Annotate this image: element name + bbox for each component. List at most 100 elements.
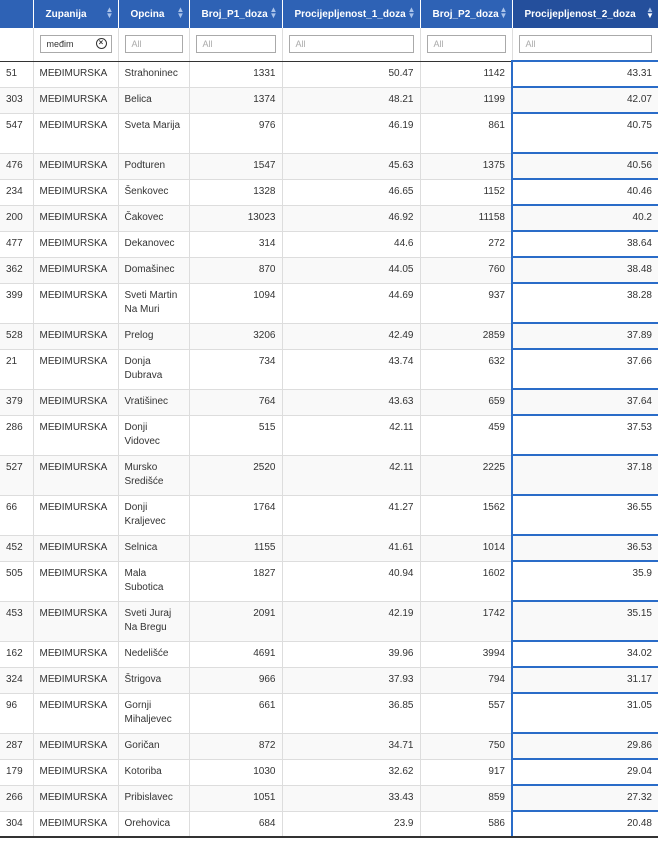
zupanija-cell[interactable]: MEĐIMURSKA bbox=[32, 758, 118, 785]
zupanija-cell[interactable]: MEĐIMURSKA bbox=[32, 282, 118, 323]
broj-p2-cell[interactable]: 1152 bbox=[419, 178, 512, 205]
table-row[interactable]: 452 MEĐIMURSKA Selnica 1155 41.61 1014 36.53 bbox=[0, 534, 658, 561]
broj-p1-cell[interactable]: 1094 bbox=[188, 282, 282, 323]
opcina-cell[interactable]: Štrigova bbox=[117, 666, 189, 693]
zupanija-cell[interactable]: MEĐIMURSKA bbox=[32, 692, 118, 733]
zupanija-cell[interactable]: MEĐIMURSKA bbox=[32, 454, 118, 495]
proc2-cell[interactable]: 34.02 bbox=[511, 640, 658, 667]
table-row[interactable]: 477 MEĐIMURSKA Dekanovec 314 44.6 272 38.64 bbox=[0, 230, 658, 257]
broj-p1-cell[interactable]: 1547 bbox=[188, 152, 282, 179]
table-row[interactable]: 528 MEĐIMURSKA Prelog 3206 42.49 2859 37.89 bbox=[0, 322, 658, 349]
zupanija-cell[interactable]: MEĐIMURSKA bbox=[32, 348, 118, 389]
broj-p2-cell[interactable]: 1199 bbox=[419, 86, 512, 113]
opcina-cell[interactable]: Gornji Mihaljevec bbox=[117, 692, 189, 733]
proc1-cell[interactable]: 50.47 bbox=[281, 60, 420, 87]
proc2-cell[interactable]: 27.32 bbox=[511, 784, 658, 811]
table-row[interactable]: 286 MEĐIMURSKA Donji Vidovec 515 42.11 459 37.… bbox=[0, 414, 658, 455]
opcina-cell[interactable]: Podturen bbox=[117, 152, 189, 179]
opcina-cell[interactable]: Prelog bbox=[117, 322, 189, 349]
table-row[interactable]: 179 MEĐIMURSKA Kotoriba 1030 32.62 917 29.04 bbox=[0, 758, 658, 785]
opcina-cell[interactable]: Mursko Središće bbox=[117, 454, 189, 495]
opcina-cell[interactable]: Nedelišće bbox=[117, 640, 189, 667]
table-row[interactable]: 162 MEĐIMURSKA Nedelišće 4691 39.96 3994 34.02 bbox=[0, 640, 658, 667]
row-id-cell[interactable]: 324 bbox=[0, 666, 33, 693]
table-row[interactable]: 547 MEĐIMURSKA Sveta Marija 976 46.19 861 40.7… bbox=[0, 112, 658, 153]
broj-p1-cell[interactable]: 314 bbox=[188, 230, 282, 257]
proc2-cell[interactable]: 29.86 bbox=[511, 732, 658, 759]
broj-p1-cell[interactable]: 13023 bbox=[188, 204, 282, 231]
opcina-cell[interactable]: Domašinec bbox=[117, 256, 189, 283]
proc2-cell[interactable]: 37.89 bbox=[511, 322, 658, 349]
row-id-cell[interactable]: 286 bbox=[0, 414, 33, 455]
row-id-cell[interactable]: 234 bbox=[0, 178, 33, 205]
header-broj-p2[interactable]: Broj_P2_doza ▲ ▼ bbox=[419, 0, 512, 28]
proc2-cell[interactable]: 36.53 bbox=[511, 534, 658, 561]
zupanija-cell[interactable]: MEĐIMURSKA bbox=[32, 784, 118, 811]
table-row[interactable]: 324 MEĐIMURSKA Štrigova 966 37.93 794 31.17 bbox=[0, 666, 658, 693]
broj-p2-cell[interactable]: 3994 bbox=[419, 640, 512, 667]
broj-p1-cell[interactable]: 2091 bbox=[188, 600, 282, 641]
row-id-cell[interactable]: 452 bbox=[0, 534, 33, 561]
table-row[interactable]: 66 MEĐIMURSKA Donji Kraljevec 1764 41.27 1562… bbox=[0, 494, 658, 535]
broj-p1-cell[interactable]: 2520 bbox=[188, 454, 282, 495]
broj-p1-cell[interactable]: 1827 bbox=[188, 560, 282, 601]
broj-p1-cell[interactable]: 1374 bbox=[188, 86, 282, 113]
filter-input-proc2[interactable]: All bbox=[518, 35, 652, 53]
clear-filter-icon[interactable]: × bbox=[95, 38, 107, 50]
proc2-cell[interactable]: 40.46 bbox=[511, 178, 658, 205]
zupanija-cell[interactable]: MEĐIMURSKA bbox=[32, 494, 118, 535]
zupanija-cell[interactable]: MEĐIMURSKA bbox=[32, 112, 118, 153]
row-id-cell[interactable]: 528 bbox=[0, 322, 33, 349]
broj-p1-cell[interactable]: 1331 bbox=[188, 60, 282, 87]
zupanija-cell[interactable]: MEĐIMURSKA bbox=[32, 388, 118, 415]
broj-p1-cell[interactable]: 1328 bbox=[188, 178, 282, 205]
proc2-cell[interactable]: 35.9 bbox=[511, 560, 658, 601]
filter-input-broj-p1[interactable]: All bbox=[195, 35, 276, 54]
proc1-cell[interactable]: 34.71 bbox=[281, 732, 420, 759]
table-row[interactable]: 362 MEĐIMURSKA Domašinec 870 44.05 760 38.48 bbox=[0, 256, 658, 283]
row-id-cell[interactable]: 547 bbox=[0, 112, 33, 153]
sort-desc-icon[interactable]: ▲ ▼ bbox=[646, 6, 654, 20]
filter-input-proc1[interactable]: All bbox=[288, 35, 414, 54]
opcina-cell[interactable]: Strahoninec bbox=[117, 60, 189, 87]
zupanija-cell[interactable]: MEĐIMURSKA bbox=[32, 86, 118, 113]
proc1-cell[interactable]: 40.94 bbox=[281, 560, 420, 601]
broj-p1-cell[interactable]: 515 bbox=[188, 414, 282, 455]
opcina-cell[interactable]: Selnica bbox=[117, 534, 189, 561]
header-proc2[interactable]: Procijepljenost_2_doza ▲ ▼ bbox=[511, 0, 658, 28]
opcina-cell[interactable]: Orehovica bbox=[117, 810, 189, 838]
header-opcina[interactable]: Opcina ▲ ▼ bbox=[117, 0, 189, 28]
broj-p1-cell[interactable]: 764 bbox=[188, 388, 282, 415]
opcina-cell[interactable]: Donji Kraljevec bbox=[117, 494, 189, 535]
broj-p2-cell[interactable]: 859 bbox=[419, 784, 512, 811]
zupanija-cell[interactable]: MEĐIMURSKA bbox=[32, 600, 118, 641]
table-row[interactable]: 287 MEĐIMURSKA Goričan 872 34.71 750 29.86 bbox=[0, 732, 658, 759]
proc1-cell[interactable]: 42.11 bbox=[281, 414, 420, 455]
proc1-cell[interactable]: 41.61 bbox=[281, 534, 420, 561]
proc1-cell[interactable]: 46.19 bbox=[281, 112, 420, 153]
broj-p2-cell[interactable]: 1375 bbox=[419, 152, 512, 179]
table-row[interactable]: 476 MEĐIMURSKA Podturen 1547 45.63 1375 40.56 bbox=[0, 152, 658, 179]
opcina-cell[interactable]: Pribislavec bbox=[117, 784, 189, 811]
proc2-cell[interactable]: 42.07 bbox=[511, 86, 658, 113]
broj-p2-cell[interactable]: 794 bbox=[419, 666, 512, 693]
filter-input-opcina[interactable]: All bbox=[124, 35, 183, 54]
proc1-cell[interactable]: 44.05 bbox=[281, 256, 420, 283]
broj-p1-cell[interactable]: 966 bbox=[188, 666, 282, 693]
broj-p1-cell[interactable]: 1155 bbox=[188, 534, 282, 561]
sort-arrows-icon[interactable]: ▲ ▼ bbox=[177, 6, 185, 20]
opcina-cell[interactable]: Sveti Juraj Na Bregu bbox=[117, 600, 189, 641]
broj-p1-cell[interactable]: 734 bbox=[188, 348, 282, 389]
table-row[interactable]: 303 MEĐIMURSKA Belica 1374 48.21 1199 42.07 bbox=[0, 86, 658, 113]
broj-p1-cell[interactable]: 1051 bbox=[188, 784, 282, 811]
zupanija-cell[interactable]: MEĐIMURSKA bbox=[32, 256, 118, 283]
proc1-cell[interactable]: 23.9 bbox=[281, 810, 420, 838]
proc2-cell[interactable]: 37.18 bbox=[511, 454, 658, 495]
proc1-cell[interactable]: 42.11 bbox=[281, 454, 420, 495]
broj-p2-cell[interactable]: 861 bbox=[419, 112, 512, 153]
zupanija-cell[interactable]: MEĐIMURSKA bbox=[32, 178, 118, 205]
proc2-cell[interactable]: 38.48 bbox=[511, 256, 658, 283]
broj-p1-cell[interactable]: 661 bbox=[188, 692, 282, 733]
broj-p1-cell[interactable]: 1764 bbox=[188, 494, 282, 535]
proc2-cell[interactable]: 31.17 bbox=[511, 666, 658, 693]
